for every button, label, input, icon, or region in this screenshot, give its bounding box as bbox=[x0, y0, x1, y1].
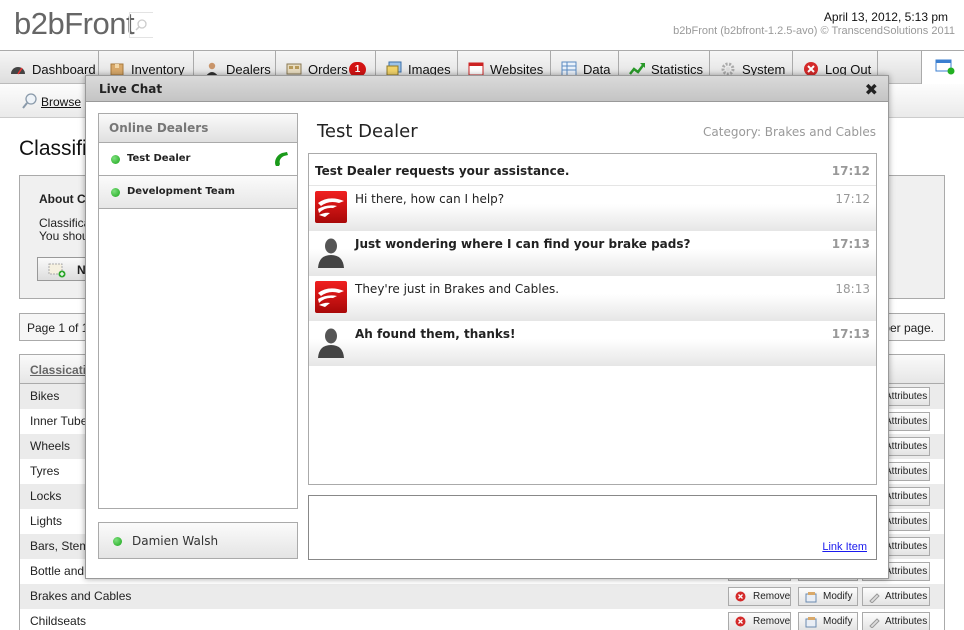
dealer-name: Test Dealer bbox=[127, 153, 191, 164]
classification-name[interactable]: Bikes bbox=[30, 389, 59, 403]
attributes-label: Attributes bbox=[885, 516, 928, 527]
staff-logo-avatar bbox=[315, 281, 347, 313]
per-page-label: per page. bbox=[883, 321, 934, 335]
attributes-label: Attributes bbox=[885, 391, 928, 402]
attributes-label: Attributes bbox=[885, 416, 928, 427]
version-info: b2bFront (b2bfront-1.2.5-avo) © Transcen… bbox=[673, 25, 955, 37]
classification-name[interactable]: Tyres bbox=[30, 464, 59, 478]
attributes-label: Attributes bbox=[885, 616, 928, 627]
modify-label: Modify bbox=[823, 616, 853, 627]
table-row: Childseats Remove Modify Attributes bbox=[20, 609, 944, 630]
system-message: Test Dealer requests your assistance. 17… bbox=[309, 154, 876, 186]
message-text: They're just in Brakes and Cables. bbox=[355, 282, 560, 296]
current-date: April 13, 2012, 5:13 pm bbox=[823, 10, 948, 24]
current-user-status[interactable]: Damien Walsh bbox=[98, 522, 298, 559]
classification-name[interactable]: Wheels bbox=[30, 439, 70, 453]
app-logo[interactable]: b2bFront bbox=[14, 6, 135, 42]
dealer-name: Development Team bbox=[127, 186, 235, 197]
chat-category: Category: Brakes and Cables bbox=[703, 125, 876, 139]
user-silhouette-avatar bbox=[318, 328, 344, 358]
remove-icon bbox=[735, 591, 746, 602]
attributes-label: Attributes bbox=[885, 491, 928, 502]
remove-label: Remove bbox=[753, 616, 791, 627]
online-status-icon bbox=[113, 537, 122, 546]
modify-button[interactable]: Modify bbox=[798, 612, 858, 630]
add-item-icon bbox=[48, 263, 66, 278]
dealer-item[interactable]: Development Team bbox=[99, 176, 297, 209]
attributes-label: Attributes bbox=[885, 591, 928, 602]
chat-window-online-icon bbox=[935, 59, 955, 75]
message-time: 17:12 bbox=[831, 164, 870, 178]
online-status-icon bbox=[111, 155, 120, 164]
online-dealers-panel: Online Dealers Test Dealer Development T… bbox=[98, 113, 298, 509]
live-chat-dialog: Live Chat ✖ Online Dealers Test Dealer D… bbox=[85, 75, 889, 579]
remove-button[interactable]: Remove bbox=[728, 612, 791, 630]
message-time: 17:13 bbox=[831, 237, 870, 251]
system-message-text: Test Dealer requests your assistance. bbox=[315, 164, 570, 178]
message-text: Ah found them, thanks! bbox=[355, 327, 516, 341]
dashboard-gauge-icon bbox=[11, 67, 25, 75]
message-time: 18:13 bbox=[835, 282, 870, 296]
chat-message: They're just in Brakes and Cables. 18:13 bbox=[309, 276, 876, 321]
remove-button[interactable]: Remove bbox=[728, 587, 791, 606]
chat-title: Test Dealer bbox=[317, 121, 418, 142]
link-item-link[interactable]: Link Item bbox=[822, 541, 867, 553]
message-time: 17:13 bbox=[831, 327, 870, 341]
classification-name[interactable]: Brakes and Cables bbox=[30, 589, 131, 603]
message-time: 17:12 bbox=[835, 192, 870, 206]
search-icon bbox=[135, 19, 147, 31]
classification-name[interactable]: Locks bbox=[30, 489, 61, 503]
attributes-label: Attributes bbox=[885, 541, 928, 552]
modify-button[interactable]: Modify bbox=[798, 587, 858, 606]
classification-name[interactable]: Childseats bbox=[30, 614, 86, 628]
online-status-icon bbox=[111, 188, 120, 197]
attributes-label: Attributes bbox=[885, 466, 928, 477]
chat-message: Just wondering where I can find your bra… bbox=[309, 231, 876, 276]
message-text: Just wondering where I can find your bra… bbox=[355, 237, 691, 251]
browse-link[interactable]: Browse bbox=[22, 93, 81, 112]
staff-logo-avatar bbox=[315, 191, 347, 223]
table-row: Brakes and Cables Remove Modify Attributes bbox=[20, 584, 944, 609]
modify-icon bbox=[805, 617, 817, 628]
attributes-label: Attributes bbox=[885, 441, 928, 452]
chat-message: Ah found them, thanks! 17:13 bbox=[309, 321, 876, 366]
attributes-button[interactable]: Attributes bbox=[862, 612, 930, 630]
dialog-titlebar[interactable]: Live Chat ✖ bbox=[86, 76, 888, 102]
browse-label: Browse bbox=[41, 95, 82, 109]
attributes-button[interactable]: Attributes bbox=[862, 587, 930, 606]
user-silhouette-avatar bbox=[318, 238, 344, 268]
remove-icon bbox=[735, 616, 746, 627]
quick-search-button[interactable] bbox=[129, 12, 153, 38]
live-chat-toggle[interactable] bbox=[921, 51, 964, 85]
modify-icon bbox=[805, 592, 817, 603]
current-user-name: Damien Walsh bbox=[132, 534, 219, 548]
message-text: Hi there, how can I help? bbox=[355, 192, 505, 206]
dealer-item[interactable]: Test Dealer bbox=[99, 143, 297, 176]
close-icon[interactable]: ✖ bbox=[865, 80, 878, 99]
phone-calling-icon[interactable] bbox=[273, 151, 289, 167]
attributes-label: Attributes bbox=[885, 566, 928, 577]
attributes-icon bbox=[869, 618, 880, 628]
magnifier-icon bbox=[22, 93, 37, 109]
chat-message-input[interactable]: Link Item bbox=[308, 495, 877, 560]
online-dealers-title: Online Dealers bbox=[109, 121, 209, 135]
dialog-title: Live Chat bbox=[99, 82, 163, 96]
page-indicator: Page 1 of 1 bbox=[27, 321, 89, 335]
app-header: b2bFront April 13, 2012, 5:13 pm b2bFron… bbox=[0, 0, 964, 50]
chat-message: Hi there, how can I help? 17:12 bbox=[309, 186, 876, 231]
classification-name[interactable]: Inner Tubes bbox=[30, 414, 93, 428]
remove-label: Remove bbox=[753, 591, 791, 602]
modify-label: Modify bbox=[823, 591, 853, 602]
online-dealers-header: Online Dealers bbox=[99, 114, 297, 143]
attributes-icon bbox=[869, 593, 880, 603]
chat-log[interactable]: Test Dealer requests your assistance. 17… bbox=[308, 153, 877, 485]
classification-name[interactable]: Lights bbox=[30, 514, 62, 528]
